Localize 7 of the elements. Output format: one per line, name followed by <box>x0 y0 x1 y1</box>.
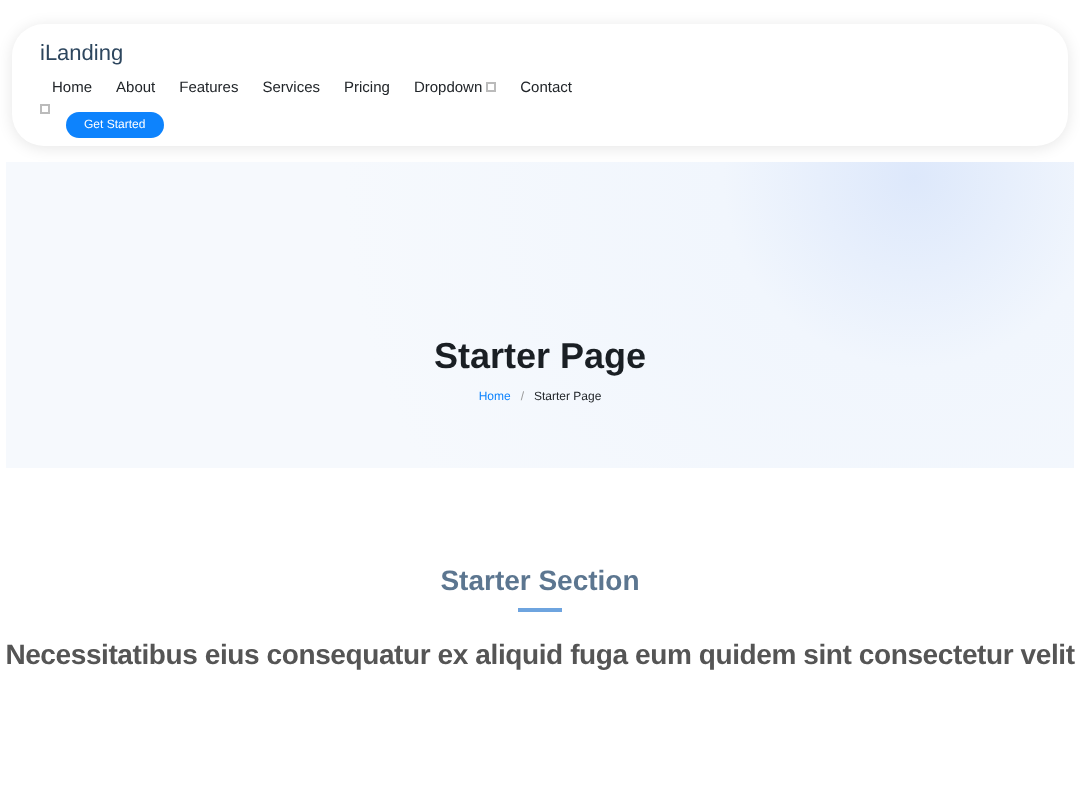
menu-icon[interactable] <box>40 104 50 114</box>
section-title: Starter Section <box>440 564 640 596</box>
dropdown-icon <box>486 82 497 92</box>
title-underline <box>518 608 562 612</box>
page-title: Starter Page <box>433 336 647 378</box>
logo[interactable]: iLanding <box>40 40 1052 68</box>
section-text: Necessitatibus eius consequatur ex aliquid fuga eum quidem sint consectetur velit <box>5 638 1075 670</box>
